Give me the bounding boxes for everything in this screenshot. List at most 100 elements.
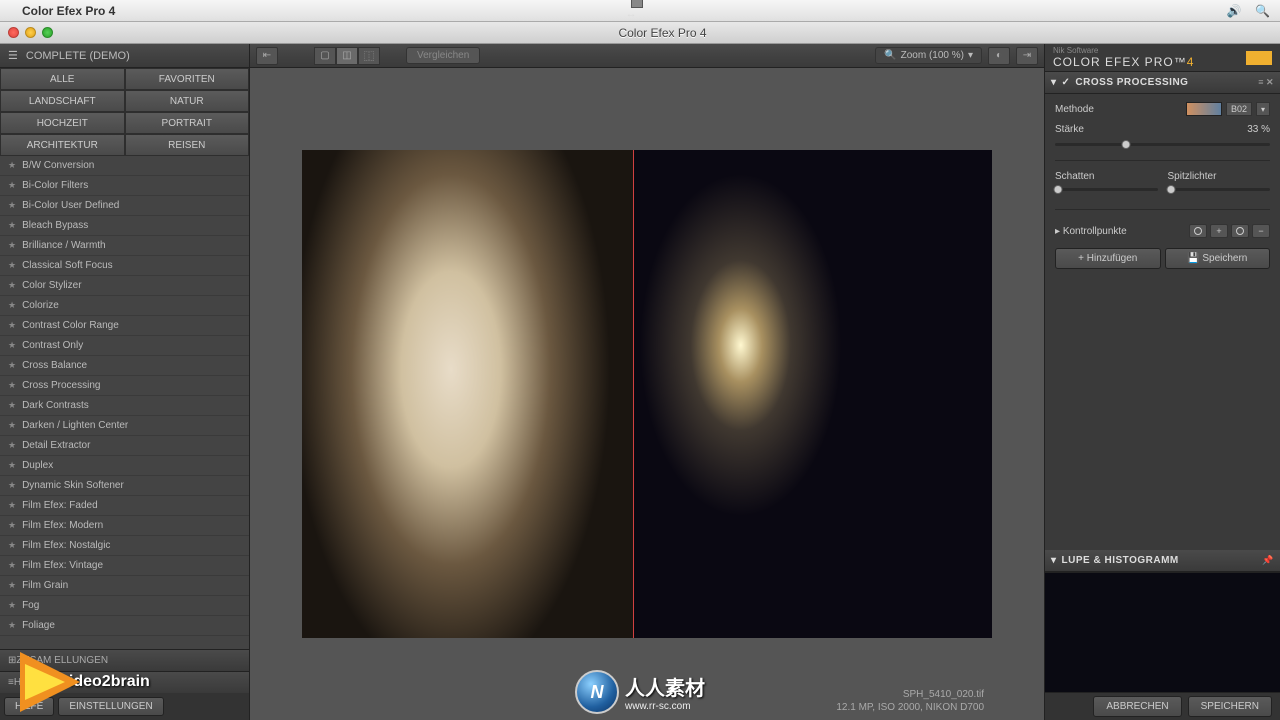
add-positive-cp-plus[interactable]: + <box>1210 224 1228 238</box>
filter-list[interactable]: ★B/W Conversion★Bi-Color Filters★Bi-Colo… <box>0 156 249 649</box>
category-portrait[interactable]: PORTRAIT <box>125 112 250 134</box>
filter-item[interactable]: ★Film Efex: Vintage <box>0 556 249 576</box>
category-hochzeit[interactable]: HOCHZEIT <box>0 112 125 134</box>
filter-item[interactable]: ★Film Efex: Modern <box>0 516 249 536</box>
close-window-button[interactable] <box>8 27 19 38</box>
filter-section-header[interactable]: ▾ ✓ CROSS PROCESSING ≡ ✕ <box>1045 72 1280 94</box>
star-icon[interactable]: ★ <box>8 500 16 511</box>
star-icon[interactable]: ★ <box>8 240 16 251</box>
volume-icon[interactable]: 🔊 <box>1227 4 1242 18</box>
split-divider[interactable] <box>633 150 634 638</box>
star-icon[interactable]: ★ <box>8 360 16 371</box>
filter-item[interactable]: ★Brilliance / Warmth <box>0 236 249 256</box>
star-icon[interactable]: ★ <box>8 520 16 531</box>
image-preview[interactable] <box>302 150 992 638</box>
star-icon[interactable]: ★ <box>8 200 16 211</box>
preset-library-header[interactable]: ☰ COMPLETE (DEMO) <box>0 44 249 68</box>
star-icon[interactable]: ★ <box>8 480 16 491</box>
star-icon[interactable]: ★ <box>8 160 16 171</box>
slider-thumb[interactable] <box>1166 185 1175 194</box>
highlights-slider[interactable] <box>1168 188 1271 191</box>
filter-item[interactable]: ★Film Efex: Faded <box>0 496 249 516</box>
filter-item[interactable]: ★Contrast Color Range <box>0 316 249 336</box>
star-icon[interactable]: ★ <box>8 580 16 591</box>
filter-item[interactable]: ★Bi-Color User Defined <box>0 196 249 216</box>
compare-button[interactable]: Vergleichen <box>406 47 480 64</box>
filter-item[interactable]: ★Detail Extractor <box>0 436 249 456</box>
star-icon[interactable]: ★ <box>8 320 16 331</box>
save-recipe-button[interactable]: 💾 Speichern <box>1165 248 1271 269</box>
check-icon[interactable]: ✓ <box>1062 77 1071 88</box>
star-icon[interactable]: ★ <box>8 300 16 311</box>
star-icon[interactable]: ★ <box>8 280 16 291</box>
spotlight-icon[interactable]: 🔍 <box>1255 4 1270 18</box>
filter-item[interactable]: ★Cross Processing <box>0 376 249 396</box>
side-view-button[interactable]: ⿰ <box>358 47 380 65</box>
filter-item[interactable]: ★Fog <box>0 596 249 616</box>
category-alle[interactable]: ALLE <box>0 68 125 90</box>
split-view-button[interactable]: ◫ <box>336 47 358 65</box>
filter-item[interactable]: ★Film Efex: Nostalgic <box>0 536 249 556</box>
split-tab[interactable] <box>631 0 643 8</box>
histogram-area[interactable] <box>1045 572 1280 692</box>
filter-item[interactable]: ★Bleach Bypass <box>0 216 249 236</box>
filter-item[interactable]: ★Dynamic Skin Softener <box>0 476 249 496</box>
cancel-button[interactable]: ABBRECHEN <box>1093 696 1181 717</box>
slider-thumb[interactable] <box>1121 140 1130 149</box>
filter-item[interactable]: ★B/W Conversion <box>0 156 249 176</box>
panel-toggle-button[interactable]: ⇤ <box>256 47 278 65</box>
star-icon[interactable]: ★ <box>8 260 16 271</box>
category-natur[interactable]: NATUR <box>125 90 250 112</box>
filter-item[interactable]: ★Film Grain <box>0 576 249 596</box>
menu-icon[interactable]: ☰ <box>8 49 18 62</box>
star-icon[interactable]: ★ <box>8 560 16 571</box>
filter-item[interactable]: ★Foliage <box>0 616 249 636</box>
single-view-button[interactable]: ▢ <box>314 47 336 65</box>
minimize-window-button[interactable] <box>25 27 36 38</box>
filter-item[interactable]: ★Cross Balance <box>0 356 249 376</box>
filter-item[interactable]: ★Duplex <box>0 456 249 476</box>
add-negative-cp-button[interactable] <box>1231 224 1249 238</box>
star-icon[interactable]: ★ <box>8 460 16 471</box>
star-icon[interactable]: ★ <box>8 600 16 611</box>
add-filter-button[interactable]: + Hinzufügen <box>1055 248 1161 269</box>
filter-item[interactable]: ★Classical Soft Focus <box>0 256 249 276</box>
panel-toggle-right-button[interactable]: ⇥ <box>1016 47 1038 65</box>
filter-item[interactable]: ★Colorize <box>0 296 249 316</box>
filter-item[interactable]: ★Dark Contrasts <box>0 396 249 416</box>
add-negative-cp-minus[interactable]: − <box>1252 224 1270 238</box>
background-toggle-button[interactable]: ◐ <box>988 47 1010 65</box>
star-icon[interactable]: ★ <box>8 380 16 391</box>
mac-app-name[interactable]: Color Efex Pro 4 <box>22 4 115 18</box>
shadows-slider[interactable] <box>1055 188 1158 191</box>
category-architektur[interactable]: ARCHITEKTUR <box>0 134 125 156</box>
zoom-selector[interactable]: 🔍 Zoom (100 %) ▾ <box>875 47 982 64</box>
category-favoriten[interactable]: FAVORITEN <box>125 68 250 90</box>
filter-item[interactable]: ★Bi-Color Filters <box>0 176 249 196</box>
star-icon[interactable]: ★ <box>8 620 16 631</box>
method-selector[interactable]: B02 ▾ <box>1186 102 1270 116</box>
method-dropdown-icon[interactable]: ▾ <box>1256 102 1270 116</box>
category-landschaft[interactable]: LANDSCHAFT <box>0 90 125 112</box>
loupe-section-header[interactable]: ▾ LUPE & HISTOGRAMM 📌 <box>1045 550 1280 572</box>
star-icon[interactable]: ★ <box>8 540 16 551</box>
slider-thumb[interactable] <box>1054 185 1063 194</box>
filter-item[interactable]: ★Color Stylizer <box>0 276 249 296</box>
star-icon[interactable]: ★ <box>8 420 16 431</box>
star-icon[interactable]: ★ <box>8 400 16 411</box>
filter-menu-icon[interactable]: ≡ <box>1258 77 1264 88</box>
zoom-window-button[interactable] <box>42 27 53 38</box>
category-reisen[interactable]: REISEN <box>125 134 250 156</box>
star-icon[interactable]: ★ <box>8 340 16 351</box>
add-positive-cp-button[interactable] <box>1189 224 1207 238</box>
filter-item[interactable]: ★Darken / Lighten Center <box>0 416 249 436</box>
star-icon[interactable]: ★ <box>8 440 16 451</box>
pin-icon[interactable]: 📌 <box>1262 555 1274 566</box>
filter-item[interactable]: ★Contrast Only <box>0 336 249 356</box>
split-handle-icon[interactable]: ↔ <box>626 8 637 20</box>
apply-button[interactable]: SPEICHERN <box>1188 696 1272 717</box>
strength-slider[interactable] <box>1055 143 1270 146</box>
control-points-row[interactable]: ▸ Kontrollpunkte + − <box>1055 220 1270 242</box>
filter-close-icon[interactable]: ✕ <box>1266 77 1274 88</box>
star-icon[interactable]: ★ <box>8 180 16 191</box>
